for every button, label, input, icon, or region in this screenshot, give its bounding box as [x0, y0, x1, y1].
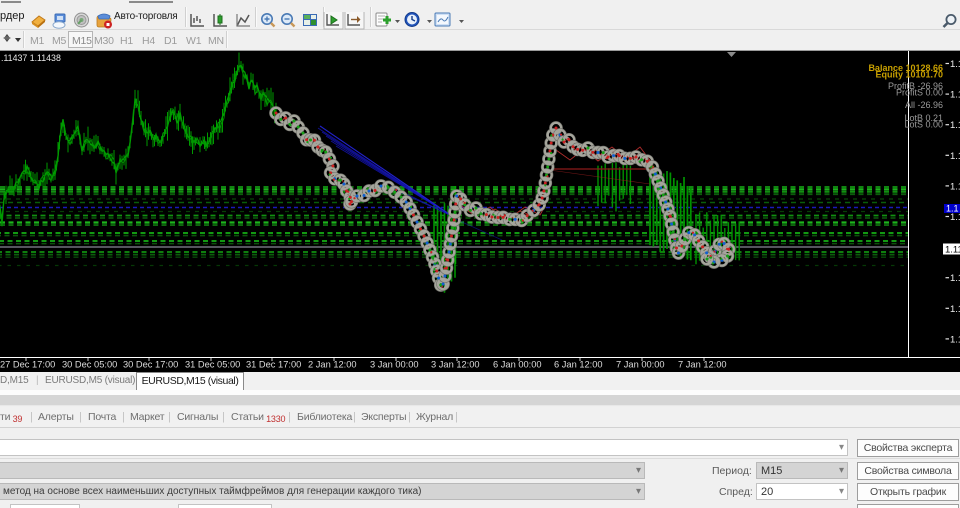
svg-text:31 Dec 05:00: 31 Dec 05:00	[185, 360, 240, 370]
svg-text:1.11: 1.11	[950, 304, 960, 315]
svg-text:LotS 0.00: LotS 0.00	[904, 120, 943, 130]
svg-text:1.11: 1.11	[950, 59, 960, 70]
svg-text:.11437 1.11438: .11437 1.11438	[1, 53, 61, 63]
svg-text:1.11: 1.11	[950, 120, 960, 131]
svg-text:3 Jan 00:00: 3 Jan 00:00	[370, 360, 419, 370]
svg-text:1.11: 1.11	[950, 151, 960, 162]
svg-text:7 Jan 00:00: 7 Jan 00:00	[616, 360, 665, 370]
svg-text:2 Jan 12:00: 2 Jan 12:00	[308, 360, 357, 370]
svg-text:6 Jan 12:00: 6 Jan 12:00	[554, 360, 603, 370]
svg-text:27 Dec 17:00: 27 Dec 17:00	[0, 360, 55, 370]
svg-text:1.1: 1.1	[946, 204, 959, 214]
svg-text:6 Jan 00:00: 6 Jan 00:00	[493, 360, 542, 370]
svg-text:1.11: 1.11	[950, 181, 960, 192]
svg-text:1.11: 1.11	[950, 90, 960, 101]
svg-text:30 Dec 05:00: 30 Dec 05:00	[62, 360, 117, 370]
svg-text:3 Jan 12:00: 3 Jan 12:00	[431, 360, 480, 370]
svg-text:1.11: 1.11	[950, 212, 960, 223]
svg-text:1.11: 1.11	[950, 334, 960, 345]
svg-text:ProfitS 0.00: ProfitS 0.00	[896, 88, 943, 98]
svg-text:7 Jan 12:00: 7 Jan 12:00	[678, 360, 727, 370]
svg-text:1.11: 1.11	[945, 245, 960, 256]
svg-text:30 Dec 17:00: 30 Dec 17:00	[123, 360, 178, 370]
svg-text:All -26.96: All -26.96	[905, 100, 943, 110]
svg-text:Equity 10101.70: Equity 10101.70	[875, 70, 943, 80]
svg-text:31 Dec 17:00: 31 Dec 17:00	[246, 360, 301, 370]
svg-text:1.11: 1.11	[950, 273, 960, 284]
